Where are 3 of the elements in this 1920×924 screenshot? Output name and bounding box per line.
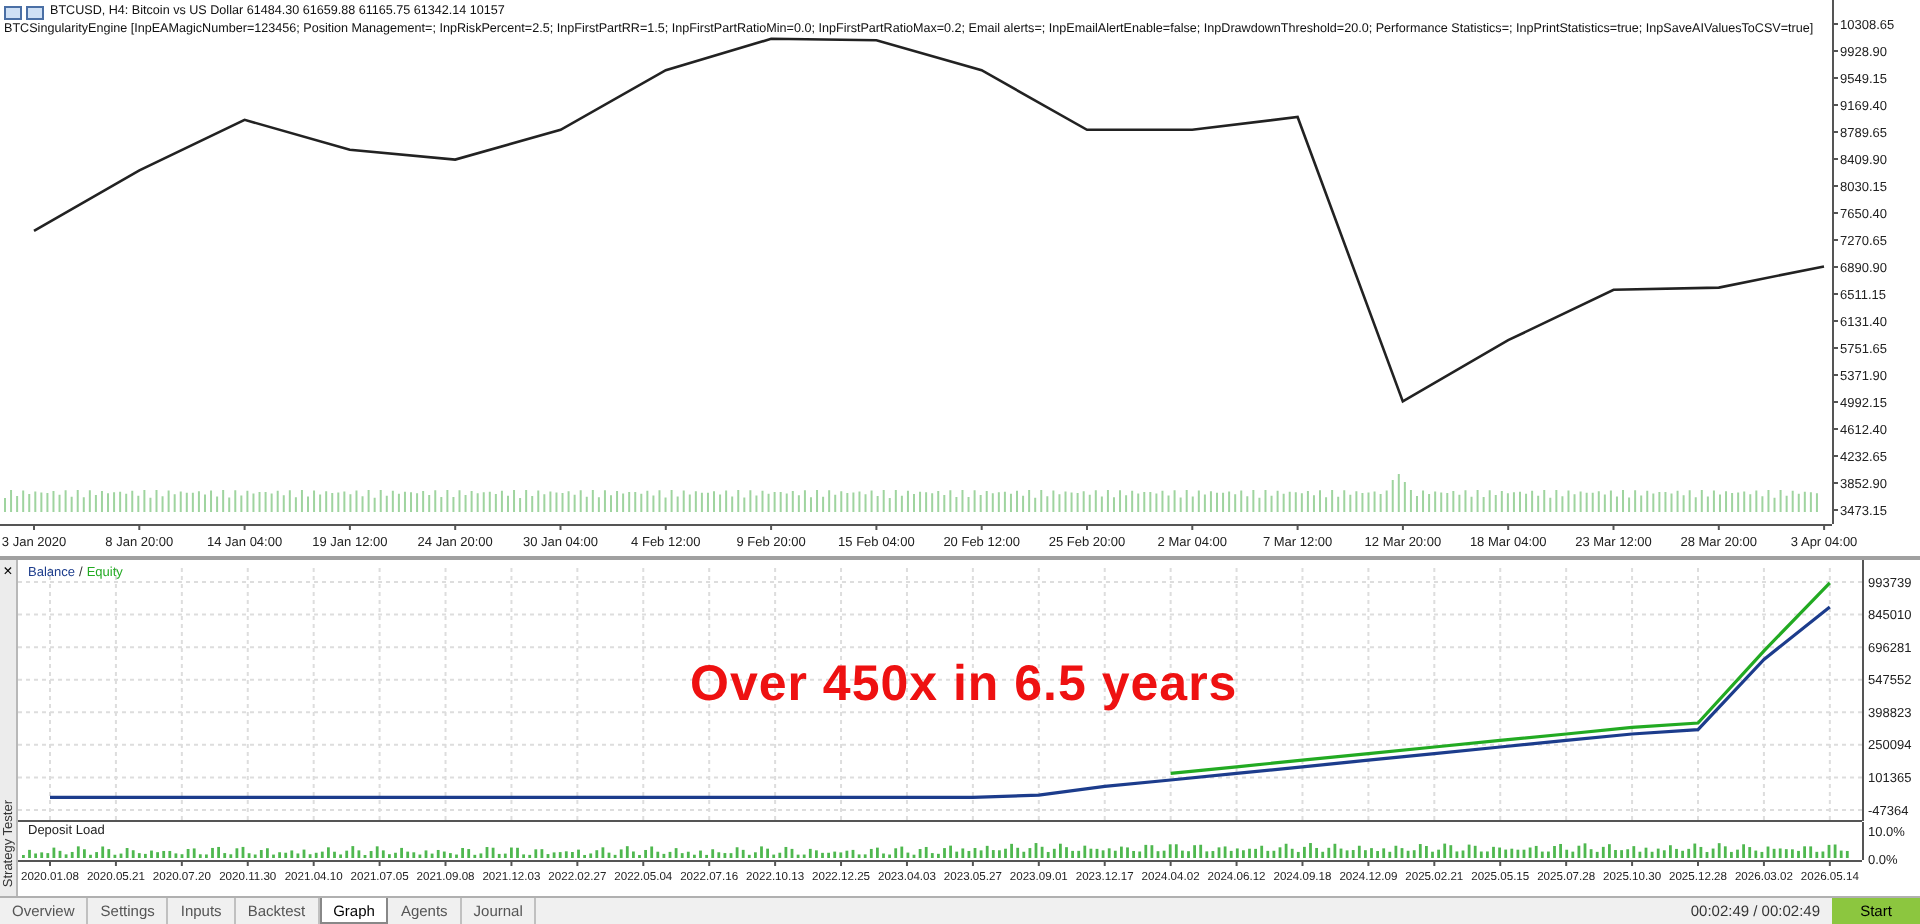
close-button[interactable]: × [3, 564, 13, 580]
chart-icons [4, 5, 44, 19]
headline-text: Over 450x in 6.5 years [690, 656, 1238, 714]
